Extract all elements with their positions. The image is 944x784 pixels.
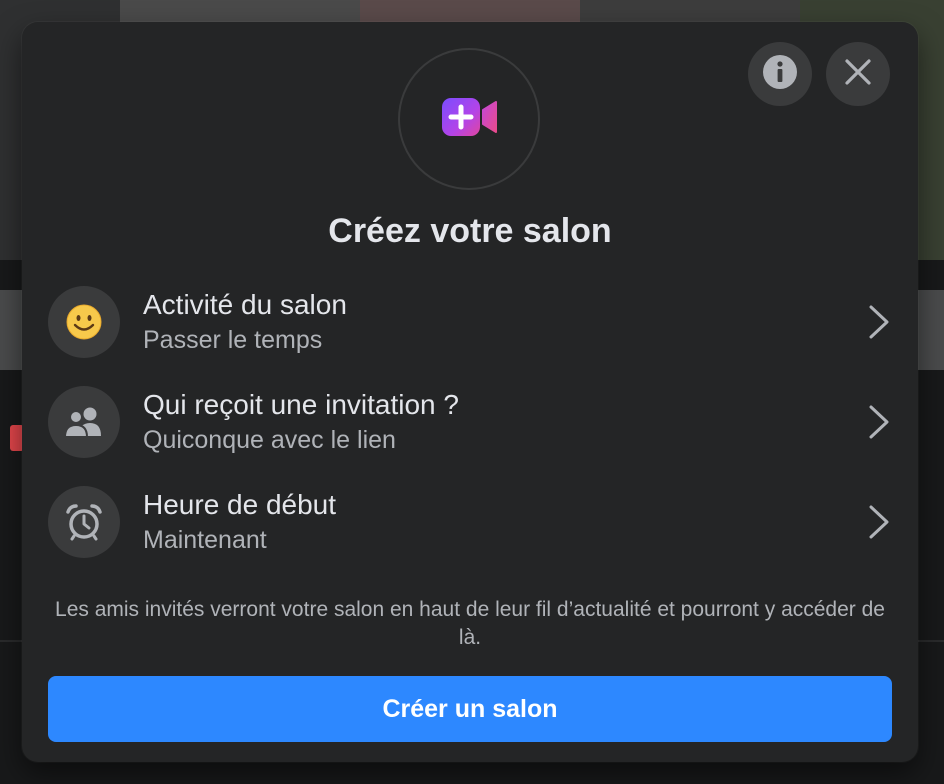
info-icon: [762, 54, 798, 95]
video-plus-icon: [440, 96, 498, 143]
option-room-activity[interactable]: Activité du salon Passer le temps: [48, 279, 894, 365]
option-value: Quiconque avec le lien: [143, 426, 396, 454]
dialog-title: Créez votre salon: [328, 212, 612, 250]
close-button[interactable]: [826, 42, 890, 106]
option-title: Activité du salon: [143, 289, 347, 320]
option-title: Qui reçoit une invitation ?: [143, 389, 459, 420]
create-room-button[interactable]: Créer un salon: [48, 676, 892, 742]
room-icon-circle: [398, 48, 540, 190]
chevron-right-icon: [864, 302, 894, 342]
create-room-dialog: Créez votre salon Activité du salon Pass…: [22, 22, 918, 762]
chevron-right-icon: [864, 402, 894, 442]
option-value: Maintenant: [143, 526, 267, 554]
option-start-time[interactable]: Heure de début Maintenant: [48, 479, 894, 565]
alarm-clock-icon: [48, 486, 120, 558]
close-icon: [843, 57, 873, 92]
people-icon: [48, 386, 120, 458]
option-title: Heure de début: [143, 489, 337, 520]
background-tile: [914, 290, 944, 370]
option-who-invited[interactable]: Qui reçoit une invitation ? Quiconque av…: [48, 379, 894, 465]
option-value: Passer le temps: [143, 326, 323, 354]
smiley-icon: [48, 286, 120, 358]
invite-note: Les amis invités verront votre salon en …: [55, 598, 885, 649]
info-button[interactable]: [748, 42, 812, 106]
chevron-right-icon: [864, 502, 894, 542]
